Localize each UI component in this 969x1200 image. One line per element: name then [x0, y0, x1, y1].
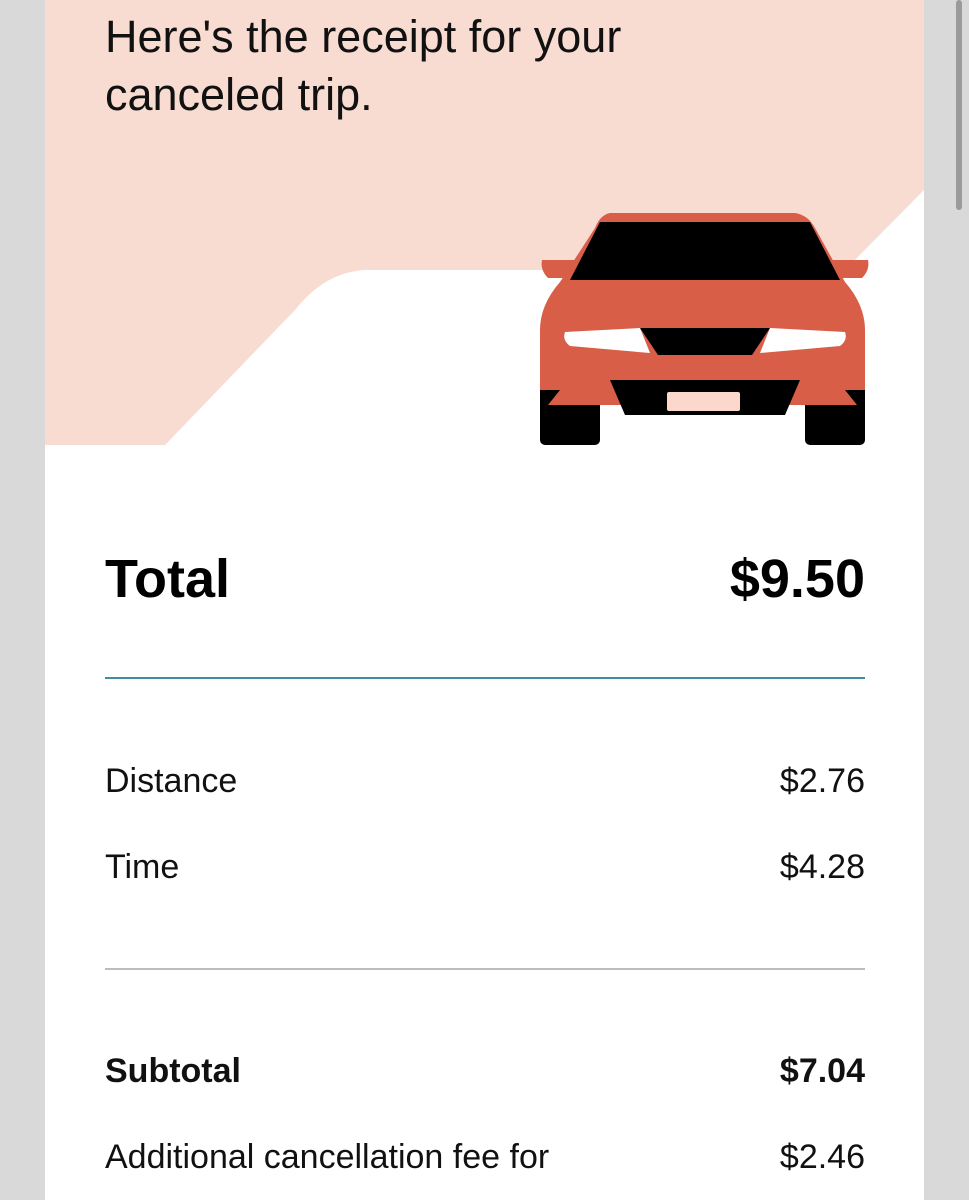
time-amount: $4.28: [779, 848, 865, 886]
time-row: Time $4.28: [105, 848, 865, 887]
scrollbar-thumb[interactable]: [956, 0, 962, 210]
total-label: Total: [105, 549, 230, 609]
total-divider: [105, 677, 865, 679]
subtotal-amount: $7.04: [779, 1052, 865, 1090]
page-title: Here's the receipt for your canceled tri…: [105, 11, 622, 120]
breakdown-divider: [105, 968, 865, 970]
cancellation-fee-amount: $2.46: [779, 1138, 865, 1176]
distance-label: Distance: [105, 762, 238, 800]
total-row: Total $9.50: [105, 548, 865, 610]
total-amount: $9.50: [729, 549, 865, 609]
distance-amount: $2.76: [779, 762, 865, 800]
subtotal-label: Subtotal: [105, 1052, 241, 1090]
receipt-page: Here's the receipt for your canceled tri…: [45, 0, 924, 1200]
time-label: Time: [105, 848, 180, 886]
car-icon: [540, 213, 869, 445]
distance-row: Distance $2.76: [105, 762, 865, 801]
cancellation-fee-row: Additional cancellation fee for $2.46: [105, 1138, 865, 1177]
cancellation-fee-label: Additional cancellation fee for: [105, 1138, 550, 1176]
subtotal-row: Subtotal $7.04: [105, 1052, 865, 1091]
